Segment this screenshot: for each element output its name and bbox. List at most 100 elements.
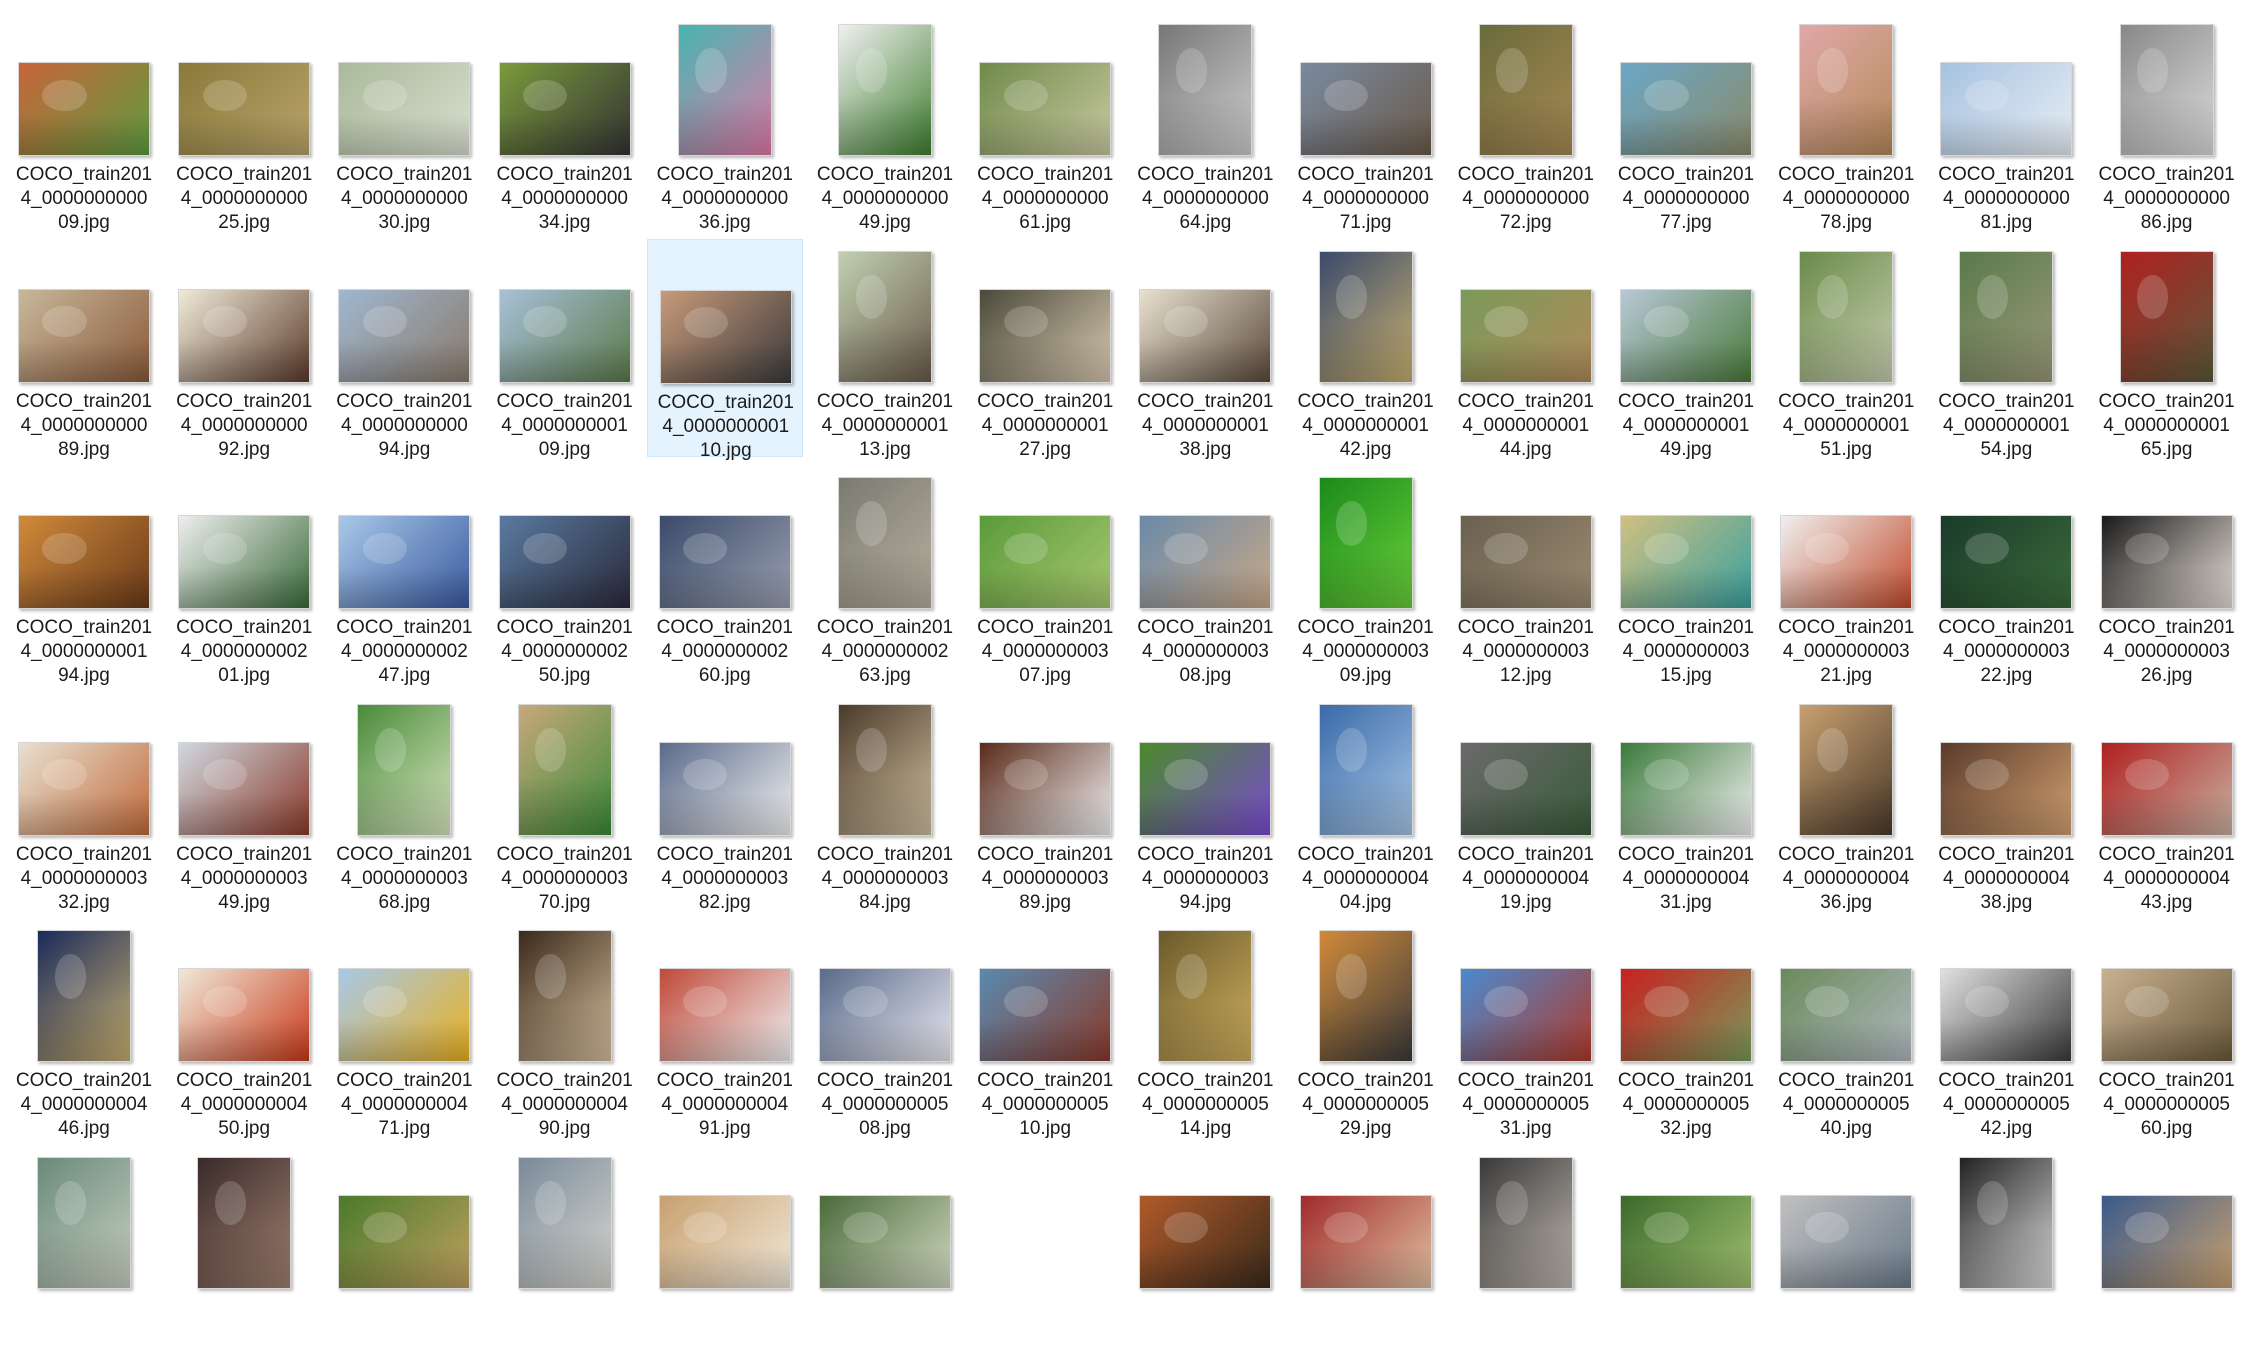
file-item[interactable] <box>6 1145 162 1363</box>
file-name-line: 4_0000000005 <box>1782 1094 1910 1115</box>
file-name-line: COCO_train201 <box>1297 1070 1434 1091</box>
file-item[interactable]: COCO_train201 4_0000000002 60.jpg <box>647 465 803 686</box>
file-item[interactable]: COCO_train201 4_0000000001 94.jpg <box>6 465 162 686</box>
file-item[interactable]: COCO_train201 4_0000000003 22.jpg <box>1928 465 2084 686</box>
file-item[interactable]: COCO_train201 4_0000000003 94.jpg <box>1127 692 1283 913</box>
file-item[interactable] <box>1768 1145 1924 1363</box>
file-item[interactable] <box>2089 1145 2245 1363</box>
file-item[interactable]: COCO_train201 4_0000000004 43.jpg <box>2089 692 2245 913</box>
file-item[interactable]: COCO_train201 4_0000000004 31.jpg <box>1608 692 1764 913</box>
file-name-label: COCO_train201 4_0000000000 30.jpg <box>326 163 482 235</box>
file-item[interactable]: COCO_train201 4_0000000004 04.jpg <box>1288 692 1444 913</box>
file-item[interactable] <box>1288 1145 1444 1363</box>
file-item[interactable]: COCO_train201 4_0000000003 32.jpg <box>6 692 162 913</box>
file-item[interactable]: COCO_train201 4_0000000000 81.jpg <box>1928 12 2084 233</box>
file-item[interactable] <box>807 1145 963 1363</box>
file-item[interactable]: COCO_train201 4_0000000005 08.jpg <box>807 918 963 1139</box>
file-item[interactable]: COCO_train201 4_0000000001 44.jpg <box>1448 239 1604 460</box>
file-item[interactable]: COCO_train201 4_0000000005 40.jpg <box>1768 918 1924 1139</box>
file-item[interactable] <box>326 1145 482 1363</box>
file-item[interactable]: COCO_train201 4_0000000001 10.jpg <box>646 238 803 461</box>
file-item[interactable]: COCO_train201 4_0000000003 49.jpg <box>166 692 322 913</box>
file-item[interactable]: COCO_train201 4_0000000001 51.jpg <box>1768 239 1924 460</box>
file-item[interactable]: COCO_train201 4_0000000001 13.jpg <box>807 239 963 460</box>
file-item[interactable]: COCO_train201 4_0000000005 60.jpg <box>2089 918 2245 1139</box>
file-item[interactable]: COCO_train201 4_0000000004 71.jpg <box>326 918 482 1139</box>
file-item[interactable]: COCO_train201 4_0000000004 19.jpg <box>1448 692 1604 913</box>
file-item[interactable]: COCO_train201 4_0000000002 47.jpg <box>326 465 482 686</box>
file-item[interactable]: COCO_train201 4_0000000003 26.jpg <box>2089 465 2245 686</box>
file-item[interactable]: COCO_train201 4_0000000001 38.jpg <box>1127 239 1283 460</box>
file-item[interactable]: COCO_train201 4_0000000000 71.jpg <box>1288 12 1444 233</box>
file-item[interactable] <box>1608 1145 1764 1363</box>
file-name-label: COCO_train201 4_0000000005 10.jpg <box>967 1069 1123 1141</box>
file-item[interactable]: COCO_train201 4_0000000000 34.jpg <box>487 12 643 233</box>
file-item[interactable]: COCO_train201 4_0000000001 42.jpg <box>1288 239 1444 460</box>
file-item[interactable]: COCO_train201 4_0000000005 14.jpg <box>1127 918 1283 1139</box>
file-item[interactable]: COCO_train201 4_0000000005 42.jpg <box>1928 918 2084 1139</box>
file-item[interactable]: COCO_train201 4_0000000005 32.jpg <box>1608 918 1764 1139</box>
file-name-line: 01.jpg <box>218 665 271 686</box>
file-item[interactable]: COCO_train201 4_0000000003 89.jpg <box>967 692 1123 913</box>
file-item[interactable]: COCO_train201 4_0000000002 01.jpg <box>166 465 322 686</box>
file-item[interactable]: COCO_train201 4_0000000000 89.jpg <box>6 239 162 460</box>
file-item[interactable]: COCO_train201 4_0000000002 63.jpg <box>807 465 963 686</box>
file-item[interactable]: COCO_train201 4_0000000000 25.jpg <box>166 12 322 233</box>
file-item[interactable]: COCO_train201 4_0000000004 38.jpg <box>1928 692 2084 913</box>
file-item[interactable]: COCO_train201 4_0000000003 21.jpg <box>1768 465 1924 686</box>
file-name-line: 81.jpg <box>1980 212 2033 233</box>
file-name-label: COCO_train201 4_0000000004 36.jpg <box>1768 843 1924 915</box>
file-item[interactable]: COCO_train201 4_0000000005 29.jpg <box>1288 918 1444 1139</box>
file-item[interactable]: COCO_train201 4_0000000000 30.jpg <box>326 12 482 233</box>
file-name-line: 71.jpg <box>378 1118 431 1139</box>
image-thumbnail <box>1620 62 1752 156</box>
file-item[interactable]: COCO_train201 4_0000000000 72.jpg <box>1448 12 1604 233</box>
file-item[interactable]: COCO_train201 4_0000000000 36.jpg <box>647 12 803 233</box>
file-item[interactable]: COCO_train201 4_0000000001 49.jpg <box>1608 239 1764 460</box>
file-item[interactable]: COCO_train201 4_0000000000 77.jpg <box>1608 12 1764 233</box>
file-item[interactable] <box>1448 1145 1604 1363</box>
file-item[interactable]: COCO_train201 4_0000000004 36.jpg <box>1768 692 1924 913</box>
file-item[interactable] <box>1928 1145 2084 1363</box>
file-item[interactable]: COCO_train201 4_0000000000 86.jpg <box>2089 12 2245 233</box>
file-item[interactable]: COCO_train201 4_0000000003 12.jpg <box>1448 465 1604 686</box>
file-item[interactable]: COCO_train201 4_0000000004 46.jpg <box>6 918 162 1139</box>
file-name-line: 22.jpg <box>1980 665 2033 686</box>
file-item[interactable]: COCO_train201 4_0000000003 07.jpg <box>967 465 1123 686</box>
image-thumbnail <box>357 703 452 836</box>
file-item[interactable]: COCO_train201 4_0000000000 64.jpg <box>1127 12 1283 233</box>
image-thumbnail <box>838 24 932 156</box>
file-item[interactable]: COCO_train201 4_0000000004 90.jpg <box>487 918 643 1139</box>
file-item[interactable] <box>647 1145 803 1363</box>
file-item[interactable] <box>1127 1145 1283 1363</box>
file-item[interactable]: COCO_train201 4_0000000004 91.jpg <box>647 918 803 1139</box>
file-item[interactable]: COCO_train201 4_0000000000 92.jpg <box>166 239 322 460</box>
file-item[interactable]: COCO_train201 4_0000000003 70.jpg <box>487 692 643 913</box>
file-item[interactable]: COCO_train201 4_0000000001 54.jpg <box>1928 239 2084 460</box>
file-item[interactable]: COCO_train201 4_0000000003 84.jpg <box>807 692 963 913</box>
file-item[interactable]: COCO_train201 4_0000000000 09.jpg <box>6 12 162 233</box>
image-thumbnail <box>178 288 311 383</box>
file-item[interactable]: COCO_train201 4_0000000002 50.jpg <box>487 465 643 686</box>
file-item[interactable]: COCO_train201 4_0000000000 94.jpg <box>326 239 482 460</box>
file-item[interactable]: COCO_train201 4_0000000003 82.jpg <box>647 692 803 913</box>
file-item[interactable]: COCO_train201 4_0000000004 50.jpg <box>166 918 322 1139</box>
file-item[interactable]: COCO_train201 4_0000000000 61.jpg <box>967 12 1123 233</box>
file-item[interactable]: COCO_train201 4_0000000001 09.jpg <box>487 239 643 460</box>
file-item[interactable]: COCO_train201 4_0000000003 08.jpg <box>1127 465 1283 686</box>
file-name-line: 78.jpg <box>1820 212 1873 233</box>
file-item[interactable]: COCO_train201 4_0000000005 31.jpg <box>1448 918 1604 1139</box>
file-name-line: 89.jpg <box>1019 891 1072 913</box>
file-item[interactable]: COCO_train201 4_0000000003 09.jpg <box>1288 465 1444 686</box>
file-item[interactable]: COCO_train201 4_0000000003 15.jpg <box>1608 465 1764 686</box>
file-item[interactable]: COCO_train201 4_0000000001 65.jpg <box>2089 239 2245 460</box>
file-item[interactable]: COCO_train201 4_0000000003 68.jpg <box>326 692 482 913</box>
file-item[interactable]: COCO_train201 4_0000000000 78.jpg <box>1768 12 1924 233</box>
file-item[interactable]: COCO_train201 4_0000000005 10.jpg <box>967 918 1123 1139</box>
file-item[interactable] <box>166 1145 322 1363</box>
file-item[interactable] <box>487 1145 643 1363</box>
file-name-line: 4_0000000005 <box>1462 1094 1590 1115</box>
file-name-line: 92.jpg <box>218 438 271 460</box>
file-item[interactable]: COCO_train201 4_0000000001 27.jpg <box>967 239 1123 460</box>
file-item[interactable]: COCO_train201 4_0000000000 49.jpg <box>807 12 963 233</box>
